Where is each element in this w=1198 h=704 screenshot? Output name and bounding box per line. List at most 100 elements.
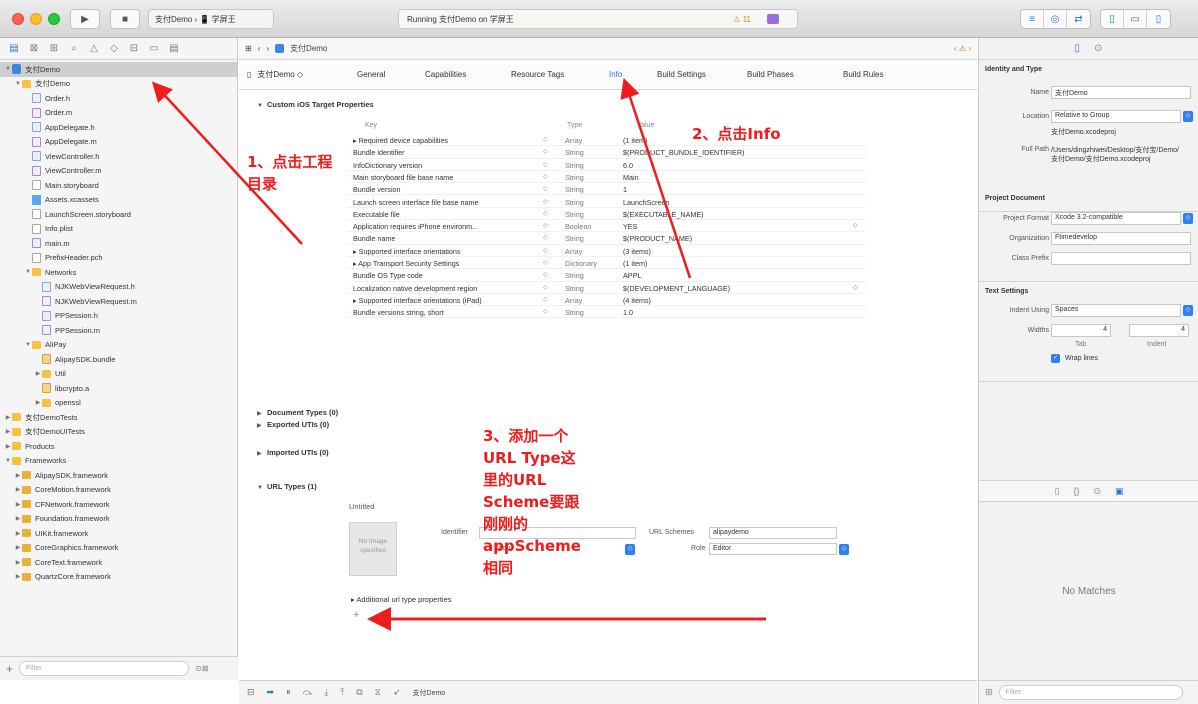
stepper-icon[interactable]: ◇ <box>543 259 553 266</box>
indent-width-field[interactable]: 4 <box>1129 324 1189 337</box>
step-out-icon[interactable]: ⤒ <box>340 687 344 698</box>
plist-value[interactable]: $(EXECUTABLE_NAME) <box>623 210 853 219</box>
disclosure-open-icon[interactable]: ▼ <box>4 458 12 464</box>
stepper-icon[interactable]: ◇ <box>543 185 553 192</box>
stepper-icon[interactable]: ◇ <box>543 173 553 180</box>
tab-general[interactable]: General <box>357 70 385 79</box>
quick-help-icon[interactable]: ⊙ <box>1094 43 1102 54</box>
tree-item[interactable]: ▼ 支付Demo <box>0 62 237 77</box>
plist-row[interactable]: Bundle version ◇ String 1 <box>347 183 867 196</box>
plist-row[interactable]: Launch screen interface file base name ◇ S… <box>347 196 867 208</box>
tree-item[interactable]: ▶ AlipaySDK.framework <box>0 468 237 483</box>
tree-item[interactable]: LaunchScreen.storyboard <box>0 207 237 222</box>
icon-popup-button[interactable]: ◇ <box>625 544 635 555</box>
plist-value[interactable]: YES <box>623 222 853 231</box>
folder-icon[interactable]: ▤ <box>6 43 22 54</box>
tree-item[interactable]: ▶ 支付DemoUITests <box>0 425 237 440</box>
plist-value[interactable]: (3 items) <box>623 247 853 256</box>
tree-item[interactable]: main.m <box>0 236 237 251</box>
tab-build-settings[interactable]: Build Settings <box>657 70 706 79</box>
navigator-toggle-icon[interactable]: ▯ <box>1101 10 1124 28</box>
url-type-image-well[interactable]: No Image specified <box>349 522 397 576</box>
test-icon[interactable]: ◇ <box>106 43 122 54</box>
library-filter-input[interactable]: Filter <box>998 685 1183 700</box>
tree-item[interactable]: Order.m <box>0 106 237 121</box>
plist-row[interactable]: Executable file ◇ String $(EXECUTABLE_NAME) <box>347 208 867 221</box>
disclosure-closed-icon[interactable]: ▶ <box>14 486 22 493</box>
location-popup-button[interactable]: ◇ <box>1183 111 1193 122</box>
plist-value[interactable]: $(PRODUCT_NAME) <box>623 234 853 243</box>
plist-value[interactable]: (4 items) <box>623 296 853 305</box>
tab-capabilities[interactable]: Capabilities <box>425 70 466 79</box>
disclosure-closed-icon[interactable]: ▶ <box>4 428 12 435</box>
url-schemes-field[interactable]: alipaydemo <box>709 527 837 539</box>
value-popup-icon[interactable]: ◇ <box>853 284 863 291</box>
indent-using-select[interactable]: Spaces <box>1051 304 1181 317</box>
wrap-lines-checkbox[interactable]: ✓ <box>1051 354 1060 363</box>
tree-item[interactable]: ViewController.h <box>0 149 237 164</box>
plist-row[interactable]: ▸ Required device capabilities ◇ Array (1 i… <box>347 134 867 147</box>
assistant-editor-icon[interactable]: ◎ <box>1044 10 1067 28</box>
memory-graph-icon[interactable]: ⧖ <box>375 687 381 698</box>
plist-row[interactable]: Bundle versions string, short ◇ String 1.0 <box>347 306 867 319</box>
stepper-icon[interactable]: ◇ <box>543 234 553 241</box>
stepper-icon[interactable]: ◇ <box>543 210 553 217</box>
stepper-icon[interactable]: ◇ <box>543 284 553 291</box>
stop-button[interactable]: ■ <box>110 9 140 29</box>
navigator-filter-input[interactable]: Filter <box>19 661 190 676</box>
standard-editor-icon[interactable]: ≡ <box>1021 10 1044 28</box>
section-url-types[interactable]: ▼ URL Types (1) <box>257 482 317 491</box>
tree-item[interactable]: NJKWebViewRequest.h <box>0 280 237 295</box>
plist-value[interactable]: 6.0 <box>623 161 853 170</box>
tree-item[interactable]: Main.storyboard <box>0 178 237 193</box>
zoom-window-button[interactable] <box>48 13 60 25</box>
tree-item[interactable]: ▶ QuartzCore.framework <box>0 570 237 585</box>
section-document-types[interactable]: ▶ Document Types (0) <box>257 408 338 417</box>
project-format-select[interactable]: Xcode 3.2-compatible <box>1051 212 1181 225</box>
tree-item[interactable]: ▼ Frameworks <box>0 454 237 469</box>
target-selector[interactable]: ▯ 支付Demo ◇ <box>247 69 303 80</box>
run-button[interactable]: ▶ <box>70 9 100 29</box>
version-editor-icon[interactable]: ⇄ <box>1067 10 1090 28</box>
tree-item[interactable]: PPSession.m <box>0 323 237 338</box>
tab-build-rules[interactable]: Build Rules <box>843 70 883 79</box>
tab-width-field[interactable]: 4 <box>1051 324 1111 337</box>
plist-row[interactable]: Bundle OS Type code ◇ String APPL <box>347 269 867 282</box>
plist-value[interactable]: 1 <box>623 185 853 194</box>
tree-item[interactable]: Assets.xcassets <box>0 193 237 208</box>
organization-field[interactable]: Ftimedevelop <box>1051 232 1191 245</box>
tree-item[interactable]: PrefixHeader.pch <box>0 251 237 266</box>
tree-item[interactable]: libcrypto.a <box>0 381 237 396</box>
object-library-icon[interactable]: ⊙ <box>1093 486 1101 497</box>
stepper-icon[interactable]: ◇ <box>543 271 553 278</box>
stepper-icon[interactable]: ◇ <box>543 308 553 315</box>
plist-row[interactable]: Bundle identifier ◇ String $(PRODUCT_BUNDLE… <box>347 146 867 159</box>
tree-item[interactable]: ▶ Util <box>0 367 237 382</box>
tree-item[interactable]: ▶ CFNetwork.framework <box>0 497 237 512</box>
plist-row[interactable]: Bundle name ◇ String $(PRODUCT_NAME) <box>347 232 867 245</box>
tree-item[interactable]: ▶ UIKit.framework <box>0 526 237 541</box>
section-exported-utis[interactable]: ▶ Exported UTIs (0) <box>257 420 329 429</box>
location-icon[interactable]: ➶ <box>393 687 401 698</box>
disclosure-closed-icon[interactable]: ▶ <box>14 530 22 537</box>
tree-item[interactable]: ▼ AliPay <box>0 338 237 353</box>
issue-icon[interactable]: △ <box>86 43 102 54</box>
stepper-icon[interactable]: ◇ <box>543 296 553 303</box>
tab-info[interactable]: Info <box>609 70 622 79</box>
code-snippet-icon[interactable]: {} <box>1073 486 1079 496</box>
plist-row[interactable]: Application requires iPhone environm... ◇… <box>347 220 867 233</box>
file-template-icon[interactable]: ▯ <box>1054 486 1059 497</box>
tree-item[interactable]: ▶ openssl <box>0 396 237 411</box>
plist-row[interactable]: ▸ Supported interface orientations (iPad… <box>347 294 867 307</box>
location-select[interactable]: Relative to Group <box>1051 110 1181 123</box>
breadcrumb-project[interactable]: 支付Demo <box>290 43 327 54</box>
tab-build-phases[interactable]: Build Phases <box>747 70 794 79</box>
disclosure-open-icon[interactable]: ▼ <box>4 66 12 72</box>
breakpoints-toggle-icon[interactable]: ➡ <box>267 687 275 698</box>
tree-item[interactable]: NJKWebViewRequest.m <box>0 294 237 309</box>
tree-item[interactable]: ▶ CoreText.framework <box>0 555 237 570</box>
tree-item[interactable]: PPSession.h <box>0 309 237 324</box>
stepper-icon[interactable]: ◇ <box>543 222 553 229</box>
additional-url-properties[interactable]: ▸ Additional url type properties <box>351 595 452 604</box>
plist-row[interactable]: Localization native development region ◇ S… <box>347 282 867 294</box>
